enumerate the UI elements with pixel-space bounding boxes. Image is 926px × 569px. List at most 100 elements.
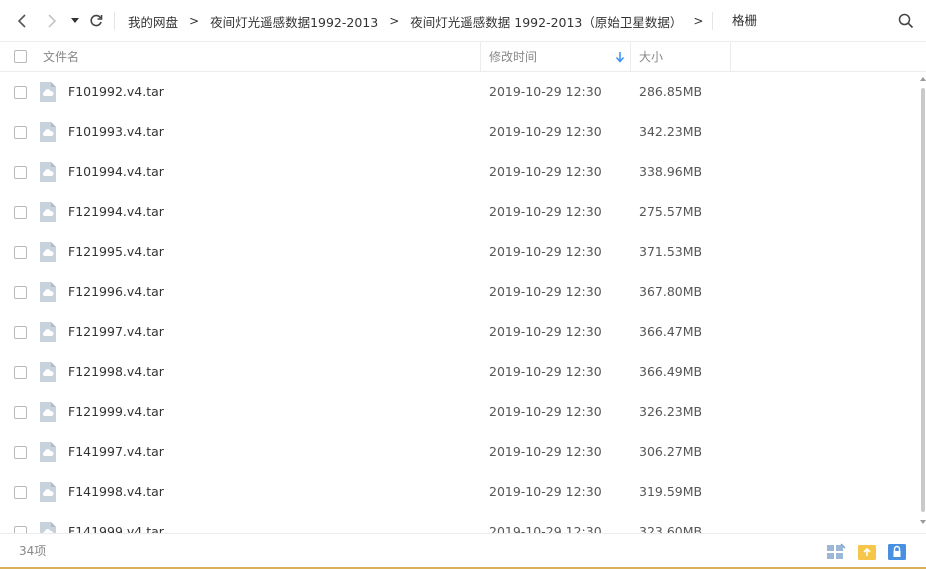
file-name[interactable]: F101994.v4.tar <box>68 152 164 192</box>
scroll-down-arrow-icon[interactable] <box>920 520 926 524</box>
file-name[interactable]: F121999.v4.tar <box>68 392 164 432</box>
file-row[interactable]: F121997.v4.tar 2019-10-29 12:30 366.47MB <box>0 312 918 352</box>
scrollbar-thumb[interactable] <box>921 88 925 512</box>
file-modified: 2019-10-29 12:30 <box>489 364 602 379</box>
row-checkbox[interactable] <box>14 526 27 533</box>
file-name[interactable]: F121994.v4.tar <box>68 192 164 232</box>
toolbar-divider <box>114 12 115 30</box>
row-checkbox[interactable] <box>14 126 27 139</box>
file-size: 275.57MB <box>639 204 703 219</box>
row-checkbox[interactable] <box>14 486 27 499</box>
file-name[interactable]: F141998.v4.tar <box>68 472 164 512</box>
row-checkbox[interactable] <box>14 166 27 179</box>
file-size: 286.85MB <box>639 84 703 99</box>
file-row[interactable]: F121995.v4.tar 2019-10-29 12:30 371.53MB <box>0 232 918 272</box>
column-divider[interactable] <box>480 42 481 72</box>
file-row[interactable]: F121998.v4.tar 2019-10-29 12:30 366.49MB <box>0 352 918 392</box>
row-checkbox[interactable] <box>14 86 27 99</box>
cloud-file-icon <box>38 161 58 183</box>
file-size: 366.47MB <box>639 324 703 339</box>
breadcrumb-separator: > <box>693 14 704 28</box>
file-size: 306.27MB <box>639 444 703 459</box>
column-header-size[interactable]: 大小 <box>639 42 663 72</box>
file-modified: 2019-10-29 12:30 <box>489 84 602 99</box>
file-name[interactable]: F121998.v4.tar <box>68 352 164 392</box>
select-all-checkbox[interactable] <box>14 50 27 63</box>
column-divider[interactable] <box>630 42 631 72</box>
column-divider[interactable] <box>730 42 731 72</box>
cloud-file-icon <box>38 361 58 383</box>
cloud-file-icon <box>38 81 58 103</box>
row-checkbox[interactable] <box>14 286 27 299</box>
file-modified: 2019-10-29 12:30 <box>489 244 602 259</box>
file-list: F101992.v4.tar 2019-10-29 12:30 286.85MB F1… <box>0 72 918 533</box>
column-header: 文件名 修改时间 大小 <box>0 42 926 72</box>
file-row[interactable]: F101994.v4.tar 2019-10-29 12:30 338.96MB <box>0 152 918 192</box>
row-checkbox[interactable] <box>14 446 27 459</box>
refresh-icon[interactable] <box>86 11 106 31</box>
breadcrumb-separator: > <box>389 14 400 28</box>
file-modified: 2019-10-29 12:30 <box>489 164 602 179</box>
file-size: 366.49MB <box>639 364 703 379</box>
file-name[interactable]: F121996.v4.tar <box>68 272 164 312</box>
file-row[interactable]: F141997.v4.tar 2019-10-29 12:30 306.27MB <box>0 432 918 472</box>
file-modified: 2019-10-29 12:30 <box>489 484 602 499</box>
file-row[interactable]: F121999.v4.tar 2019-10-29 12:30 326.23MB <box>0 392 918 432</box>
upload-folder-icon[interactable] <box>857 543 877 561</box>
file-size: 338.96MB <box>639 164 703 179</box>
breadcrumb-item-folder[interactable]: 夜间灯光遥感数据1992-2013 <box>210 12 378 31</box>
view-mode-toggle[interactable]: 格栅 <box>732 0 757 42</box>
cloud-file-icon <box>38 201 58 223</box>
caret-down-icon[interactable] <box>66 11 84 31</box>
cloud-file-icon <box>38 441 58 463</box>
status-bar: 34项 <box>0 533 926 567</box>
cloud-file-icon <box>38 321 58 343</box>
file-size: 323.60MB <box>639 524 703 533</box>
top-nav-bar: 我的网盘 > 夜间灯光遥感数据1992-2013 > 夜间灯光遥感数据 1992… <box>0 0 926 42</box>
file-name[interactable]: F101992.v4.tar <box>68 72 164 112</box>
column-header-name[interactable]: 文件名 <box>43 42 79 72</box>
file-size: 326.23MB <box>639 404 703 419</box>
cloud-file-icon <box>38 401 58 423</box>
file-size: 319.59MB <box>639 484 703 499</box>
file-row[interactable]: F101993.v4.tar 2019-10-29 12:30 342.23MB <box>0 112 918 152</box>
file-row[interactable]: F141999.v4.tar 2019-10-29 12:30 323.60MB <box>0 512 918 533</box>
grid-view-icon[interactable] <box>826 543 846 561</box>
row-checkbox[interactable] <box>14 246 27 259</box>
file-name[interactable]: F141999.v4.tar <box>68 512 164 533</box>
file-modified: 2019-10-29 12:30 <box>489 524 602 533</box>
cloud-file-icon <box>38 521 58 533</box>
row-checkbox[interactable] <box>14 326 27 339</box>
file-modified: 2019-10-29 12:30 <box>489 444 602 459</box>
item-count: 34项 <box>19 544 47 558</box>
row-checkbox[interactable] <box>14 366 27 379</box>
sort-desc-icon[interactable] <box>615 51 625 63</box>
column-header-modified[interactable]: 修改时间 <box>489 42 537 72</box>
file-size: 371.53MB <box>639 244 703 259</box>
file-row[interactable]: F101992.v4.tar 2019-10-29 12:30 286.85MB <box>0 72 918 112</box>
cloud-file-icon <box>38 281 58 303</box>
row-checkbox[interactable] <box>14 406 27 419</box>
file-name[interactable]: F121995.v4.tar <box>68 232 164 272</box>
scroll-up-arrow-icon[interactable] <box>920 77 926 81</box>
toolbar-divider <box>712 12 713 30</box>
file-name[interactable]: F121997.v4.tar <box>68 312 164 352</box>
breadcrumb-item-current[interactable]: 夜间灯光遥感数据 1992-2013（原始卫星数据） <box>410 12 682 31</box>
cloud-file-icon <box>38 241 58 263</box>
cloud-file-icon <box>38 481 58 503</box>
file-modified: 2019-10-29 12:30 <box>489 284 602 299</box>
file-row[interactable]: F121996.v4.tar 2019-10-29 12:30 367.80MB <box>0 272 918 312</box>
breadcrumb-item-root[interactable]: 我的网盘 <box>128 12 178 31</box>
file-modified: 2019-10-29 12:30 <box>489 204 602 219</box>
chevron-left-icon[interactable] <box>12 11 32 31</box>
file-row[interactable]: F141998.v4.tar 2019-10-29 12:30 319.59MB <box>0 472 918 512</box>
file-name[interactable]: F141997.v4.tar <box>68 432 164 472</box>
search-icon[interactable] <box>898 13 914 29</box>
cloud-file-icon <box>38 121 58 143</box>
chevron-right-icon[interactable] <box>42 11 62 31</box>
lock-icon[interactable] <box>887 543 907 561</box>
file-row[interactable]: F121994.v4.tar 2019-10-29 12:30 275.57MB <box>0 192 918 232</box>
breadcrumb: 我的网盘 > 夜间灯光遥感数据1992-2013 > 夜间灯光遥感数据 1992… <box>128 0 714 42</box>
file-name[interactable]: F101993.v4.tar <box>68 112 164 152</box>
row-checkbox[interactable] <box>14 206 27 219</box>
